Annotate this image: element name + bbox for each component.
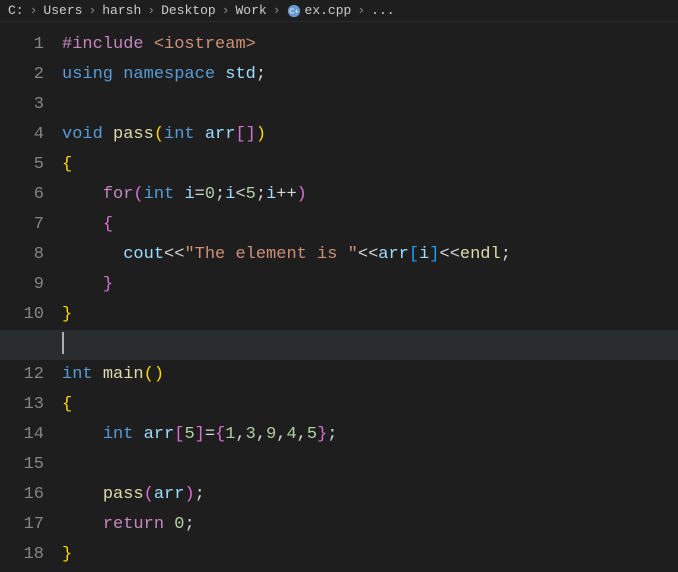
code-line[interactable]: } bbox=[62, 270, 678, 300]
cpp-file-icon: C+ bbox=[287, 4, 301, 18]
line-number[interactable]: 12 bbox=[0, 360, 44, 390]
code-line[interactable]: { bbox=[62, 390, 678, 420]
code-content[interactable]: #include <iostream> using namespace std;… bbox=[62, 22, 678, 572]
line-number[interactable]: 18 bbox=[0, 540, 44, 570]
line-number[interactable]: 7 bbox=[0, 210, 44, 240]
line-number[interactable]: 3 bbox=[0, 90, 44, 120]
breadcrumb-trail[interactable]: ... bbox=[371, 3, 394, 18]
code-line[interactable]: return 0; bbox=[62, 510, 678, 540]
line-number[interactable]: 16 bbox=[0, 480, 44, 510]
line-number[interactable]: 9 bbox=[0, 270, 44, 300]
code-line[interactable]: for(int i=0;i<5;i++) bbox=[62, 180, 678, 210]
line-number[interactable]: 4 bbox=[0, 120, 44, 150]
code-line[interactable]: { bbox=[62, 210, 678, 240]
code-line[interactable]: void pass(int arr[]) bbox=[62, 120, 678, 150]
code-line-current[interactable] bbox=[0, 330, 678, 360]
line-number[interactable]: 10 bbox=[0, 300, 44, 330]
line-number[interactable]: 5 bbox=[0, 150, 44, 180]
chevron-right-icon: › bbox=[273, 3, 281, 18]
code-line[interactable]: int arr[5]={1,3,9,4,5}; bbox=[62, 420, 678, 450]
code-line[interactable]: using namespace std; bbox=[62, 60, 678, 90]
line-number[interactable]: 15 bbox=[0, 450, 44, 480]
line-number-gutter: 1 2 3 4 5 6 7 8 9 10 11 12 13 14 15 16 1… bbox=[0, 22, 62, 572]
breadcrumb-item[interactable]: Desktop bbox=[161, 3, 216, 18]
chevron-right-icon: › bbox=[222, 3, 230, 18]
svg-text:C+: C+ bbox=[289, 8, 298, 15]
chevron-right-icon: › bbox=[357, 3, 365, 18]
code-line[interactable] bbox=[62, 90, 678, 120]
chevron-right-icon: › bbox=[88, 3, 96, 18]
line-number[interactable]: 17 bbox=[0, 510, 44, 540]
breadcrumb-item[interactable]: C: bbox=[8, 3, 24, 18]
chevron-right-icon: › bbox=[147, 3, 155, 18]
breadcrumb-file[interactable]: ex.cpp bbox=[305, 3, 352, 18]
line-number[interactable]: 14 bbox=[0, 420, 44, 450]
breadcrumb[interactable]: C: › Users › harsh › Desktop › Work › C+… bbox=[0, 0, 678, 22]
line-number[interactable]: 13 bbox=[0, 390, 44, 420]
breadcrumb-item[interactable]: harsh bbox=[102, 3, 141, 18]
breadcrumb-item[interactable]: Work bbox=[236, 3, 267, 18]
code-editor[interactable]: 1 2 3 4 5 6 7 8 9 10 11 12 13 14 15 16 1… bbox=[0, 22, 678, 572]
chevron-right-icon: › bbox=[30, 3, 38, 18]
code-line[interactable]: #include <iostream> bbox=[62, 30, 678, 60]
code-line[interactable]: } bbox=[62, 540, 678, 570]
code-line[interactable]: pass(arr); bbox=[62, 480, 678, 510]
code-line[interactable]: } bbox=[62, 300, 678, 330]
line-number[interactable]: 6 bbox=[0, 180, 44, 210]
line-number[interactable]: 1 bbox=[0, 30, 44, 60]
text-cursor bbox=[62, 332, 64, 354]
code-line[interactable]: cout<<"The element is "<<arr[i]<<endl; bbox=[62, 240, 678, 270]
code-line[interactable]: { bbox=[62, 150, 678, 180]
code-line[interactable]: int main() bbox=[62, 360, 678, 390]
line-number[interactable]: 8 bbox=[0, 240, 44, 270]
breadcrumb-item[interactable]: Users bbox=[43, 3, 82, 18]
code-line[interactable] bbox=[62, 450, 678, 480]
line-number[interactable]: 2 bbox=[0, 60, 44, 90]
